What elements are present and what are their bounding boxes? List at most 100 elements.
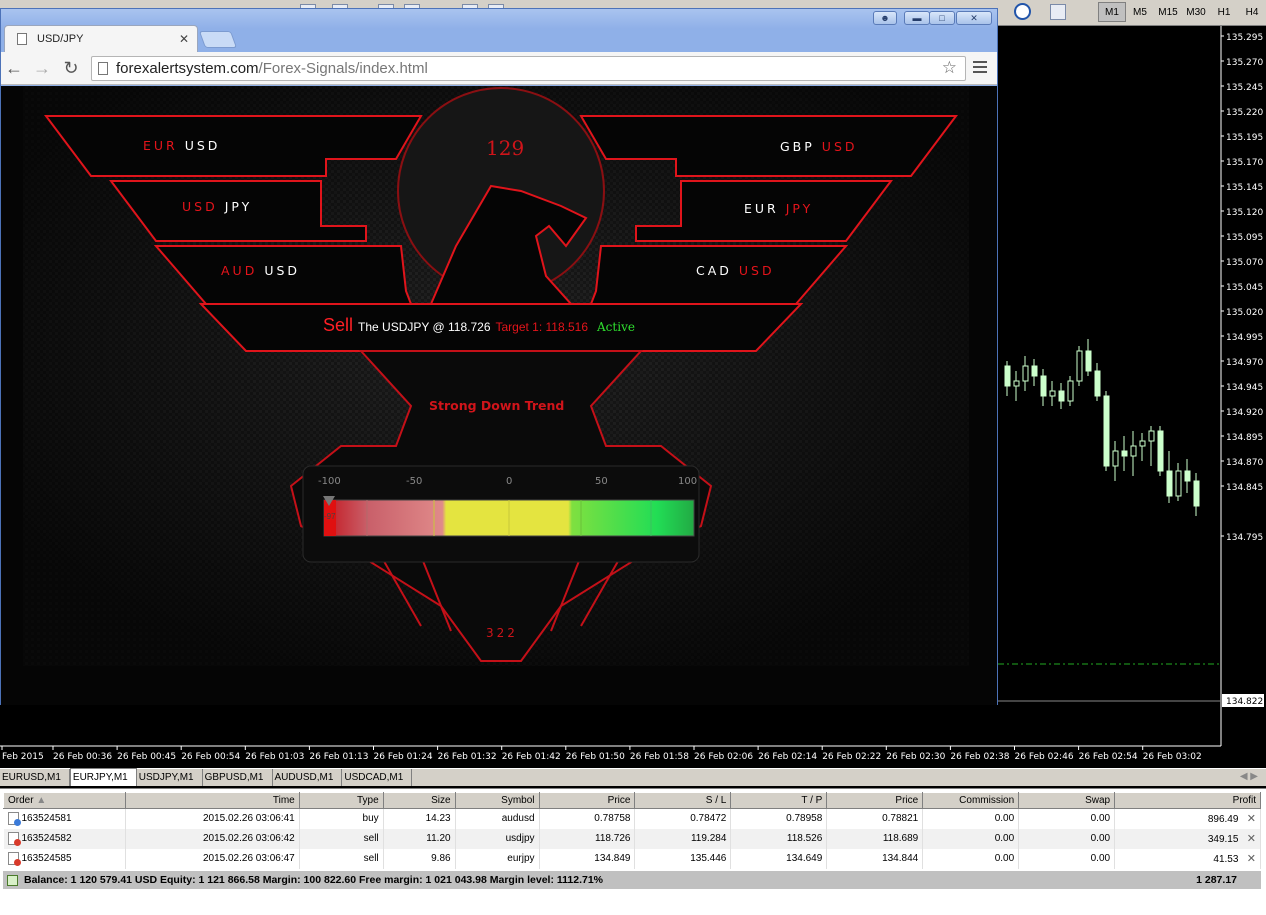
candle-body bbox=[1022, 365, 1029, 382]
trend-label: Strong Down Trend bbox=[429, 398, 565, 413]
close-window-button[interactable]: ✕ bbox=[956, 11, 992, 25]
gauge-tick-label: 50 bbox=[595, 476, 608, 487]
url-path: /Forex-Signals/index.html bbox=[258, 60, 428, 77]
page-icon bbox=[17, 33, 27, 45]
pair-link-audusd[interactable]: AUD USD bbox=[221, 263, 300, 278]
close-order-icon[interactable]: ✕ bbox=[1247, 833, 1256, 845]
timeframe-h1-button[interactable]: H1 bbox=[1210, 2, 1238, 22]
clock-icon[interactable] bbox=[1014, 3, 1031, 20]
candle-body bbox=[1139, 440, 1146, 447]
price-tick-label: 135.295 bbox=[1226, 33, 1263, 43]
sell-order-icon bbox=[7, 852, 21, 866]
candle-body bbox=[1049, 390, 1056, 397]
time-tick-label: 26 Feb 02:54 bbox=[1079, 752, 1138, 762]
price-tick-label: 135.045 bbox=[1226, 283, 1263, 293]
time-tick-label: 26 Feb 02:06 bbox=[694, 752, 753, 762]
candle-body bbox=[1013, 380, 1020, 387]
table-row[interactable]: 163524585 2015.02.26 03:06:47 sell 9.86 … bbox=[3, 848, 1261, 869]
gauge-tick-label: -100 bbox=[318, 476, 341, 487]
candle-body bbox=[1157, 430, 1164, 472]
price-tick-label: 134.795 bbox=[1226, 533, 1263, 543]
time-tick-label: 26 Feb 00:45 bbox=[117, 752, 176, 762]
price-tick-label: 134.845 bbox=[1226, 483, 1263, 493]
time-tick-label: 26 Feb 01:58 bbox=[630, 752, 689, 762]
candle-body bbox=[1031, 365, 1038, 377]
profile-icon[interactable]: ☻ bbox=[873, 11, 897, 25]
candle-body bbox=[1166, 470, 1173, 497]
column-header[interactable]: Type bbox=[298, 792, 384, 809]
candle-body bbox=[1004, 365, 1011, 387]
column-header[interactable]: T / P bbox=[730, 792, 828, 809]
price-tick-label: 134.995 bbox=[1226, 333, 1263, 343]
signal-text: The USDJPY @ 118.726 bbox=[358, 320, 491, 334]
maximize-button[interactable]: □ bbox=[929, 11, 955, 25]
timeframe-m1-button[interactable]: M1 bbox=[1098, 2, 1126, 22]
close-tab-icon[interactable]: ✕ bbox=[179, 32, 189, 46]
close-order-icon[interactable]: ✕ bbox=[1247, 813, 1256, 825]
signal-counter-bottom: 322 bbox=[486, 626, 518, 640]
eagle-emblem bbox=[23, 86, 969, 666]
candlesticks bbox=[1004, 339, 1200, 516]
column-header[interactable]: Price bbox=[826, 792, 924, 809]
candle-body bbox=[1067, 380, 1074, 402]
gauge-tick-label: 0 bbox=[506, 476, 513, 487]
column-header[interactable]: Price bbox=[538, 792, 636, 809]
bookmark-star-icon[interactable]: ☆ bbox=[942, 58, 957, 78]
signal-counter-top: 129 bbox=[486, 136, 525, 160]
time-tick-label: 26 Feb 01:13 bbox=[309, 752, 368, 762]
pair-link-cadusd[interactable]: CAD USD bbox=[696, 263, 775, 278]
menu-icon[interactable] bbox=[973, 61, 987, 75]
address-bar[interactable]: forexalertsystem.com/Forex-Signals/index… bbox=[91, 56, 966, 81]
signal-summary: Sell The USDJPY @ 118.726 Target 1: 118.… bbox=[323, 315, 635, 336]
time-tick-label: 26 Feb 01:42 bbox=[502, 752, 561, 762]
chart-tab[interactable]: USDCAD,M1 bbox=[342, 769, 413, 786]
reload-icon[interactable]: ↻ bbox=[61, 58, 81, 78]
balance-line: Balance: 1 120 579.41 USD Equity: 1 121 … bbox=[24, 874, 603, 886]
pair-link-usdjpy[interactable]: USD JPY bbox=[182, 199, 252, 214]
price-tick-label: 135.220 bbox=[1226, 108, 1263, 118]
chart-tab[interactable]: AUDUSD,M1 bbox=[273, 769, 343, 786]
balance-summary-row[interactable]: Balance: 1 120 579.41 USD Equity: 1 121 … bbox=[3, 871, 1261, 889]
chart-tab[interactable]: GBPUSD,M1 bbox=[203, 769, 273, 786]
minimize-button[interactable]: ▬ bbox=[904, 11, 930, 25]
timeframe-h4-button[interactable]: H4 bbox=[1238, 2, 1266, 22]
signal-page: EUR USD USD JPY AUD USD GBP USD EUR JPY … bbox=[1, 86, 997, 705]
time-tick-label: 26 Feb 02:38 bbox=[950, 752, 1009, 762]
column-header[interactable]: Swap bbox=[1018, 792, 1116, 809]
orders-table: Order ▲ Time Type Size Symbol Price S / … bbox=[3, 792, 1261, 869]
pair-link-gbpusd[interactable]: GBP USD bbox=[780, 139, 858, 154]
column-header[interactable]: Commission bbox=[922, 792, 1020, 809]
column-header[interactable]: Order ▲ bbox=[3, 792, 126, 809]
table-row[interactable]: 163524582 2015.02.26 03:06:42 sell 11.20… bbox=[3, 828, 1261, 849]
candle-body bbox=[1121, 450, 1128, 457]
table-row[interactable]: 163524581 2015.02.26 03:06:41 buy 14.23 … bbox=[3, 808, 1261, 829]
tab-scroll-arrows-icon[interactable]: ◀ ▶ bbox=[1240, 771, 1258, 782]
templates-icon[interactable] bbox=[1050, 4, 1066, 20]
timeframe-m5-button[interactable]: M5 bbox=[1126, 2, 1154, 22]
back-icon[interactable]: ← bbox=[4, 58, 24, 78]
time-tick-label: 26 Feb 00:54 bbox=[181, 752, 240, 762]
price-tick-label: 134.920 bbox=[1226, 408, 1263, 418]
chart-tab-active[interactable]: EURJPY,M1 bbox=[69, 768, 137, 786]
chart-tab[interactable]: USDJPY,M1 bbox=[137, 769, 203, 786]
column-header[interactable]: Time bbox=[124, 792, 300, 809]
pair-link-eurjpy[interactable]: EUR JPY bbox=[744, 201, 813, 216]
column-header[interactable]: Size bbox=[382, 792, 456, 809]
close-order-icon[interactable]: ✕ bbox=[1247, 853, 1256, 865]
new-tab-button[interactable] bbox=[198, 31, 238, 48]
candle-body bbox=[1103, 395, 1110, 467]
timeframe-m15-button[interactable]: M15 bbox=[1154, 2, 1182, 22]
timeframe-m30-button[interactable]: M30 bbox=[1182, 2, 1210, 22]
time-tick-label: 26 Feb 01:50 bbox=[566, 752, 625, 762]
pair-link-eurusd[interactable]: EUR USD bbox=[143, 138, 220, 153]
price-axis: 135.295 135.270 135.245 135.220 135.195 135.1… bbox=[1221, 33, 1263, 543]
candle-body bbox=[1085, 350, 1092, 372]
column-header[interactable]: Profit bbox=[1114, 792, 1261, 809]
chart-tab[interactable]: EURUSD,M1 bbox=[0, 769, 70, 786]
forward-icon[interactable]: → bbox=[32, 58, 52, 78]
browser-tab[interactable]: USD/JPY ✕ bbox=[4, 25, 198, 52]
price-tick-label: 134.970 bbox=[1226, 358, 1263, 368]
column-header[interactable]: Symbol bbox=[454, 792, 540, 809]
price-tick-label: 135.170 bbox=[1226, 158, 1263, 168]
column-header[interactable]: S / L bbox=[634, 792, 732, 809]
